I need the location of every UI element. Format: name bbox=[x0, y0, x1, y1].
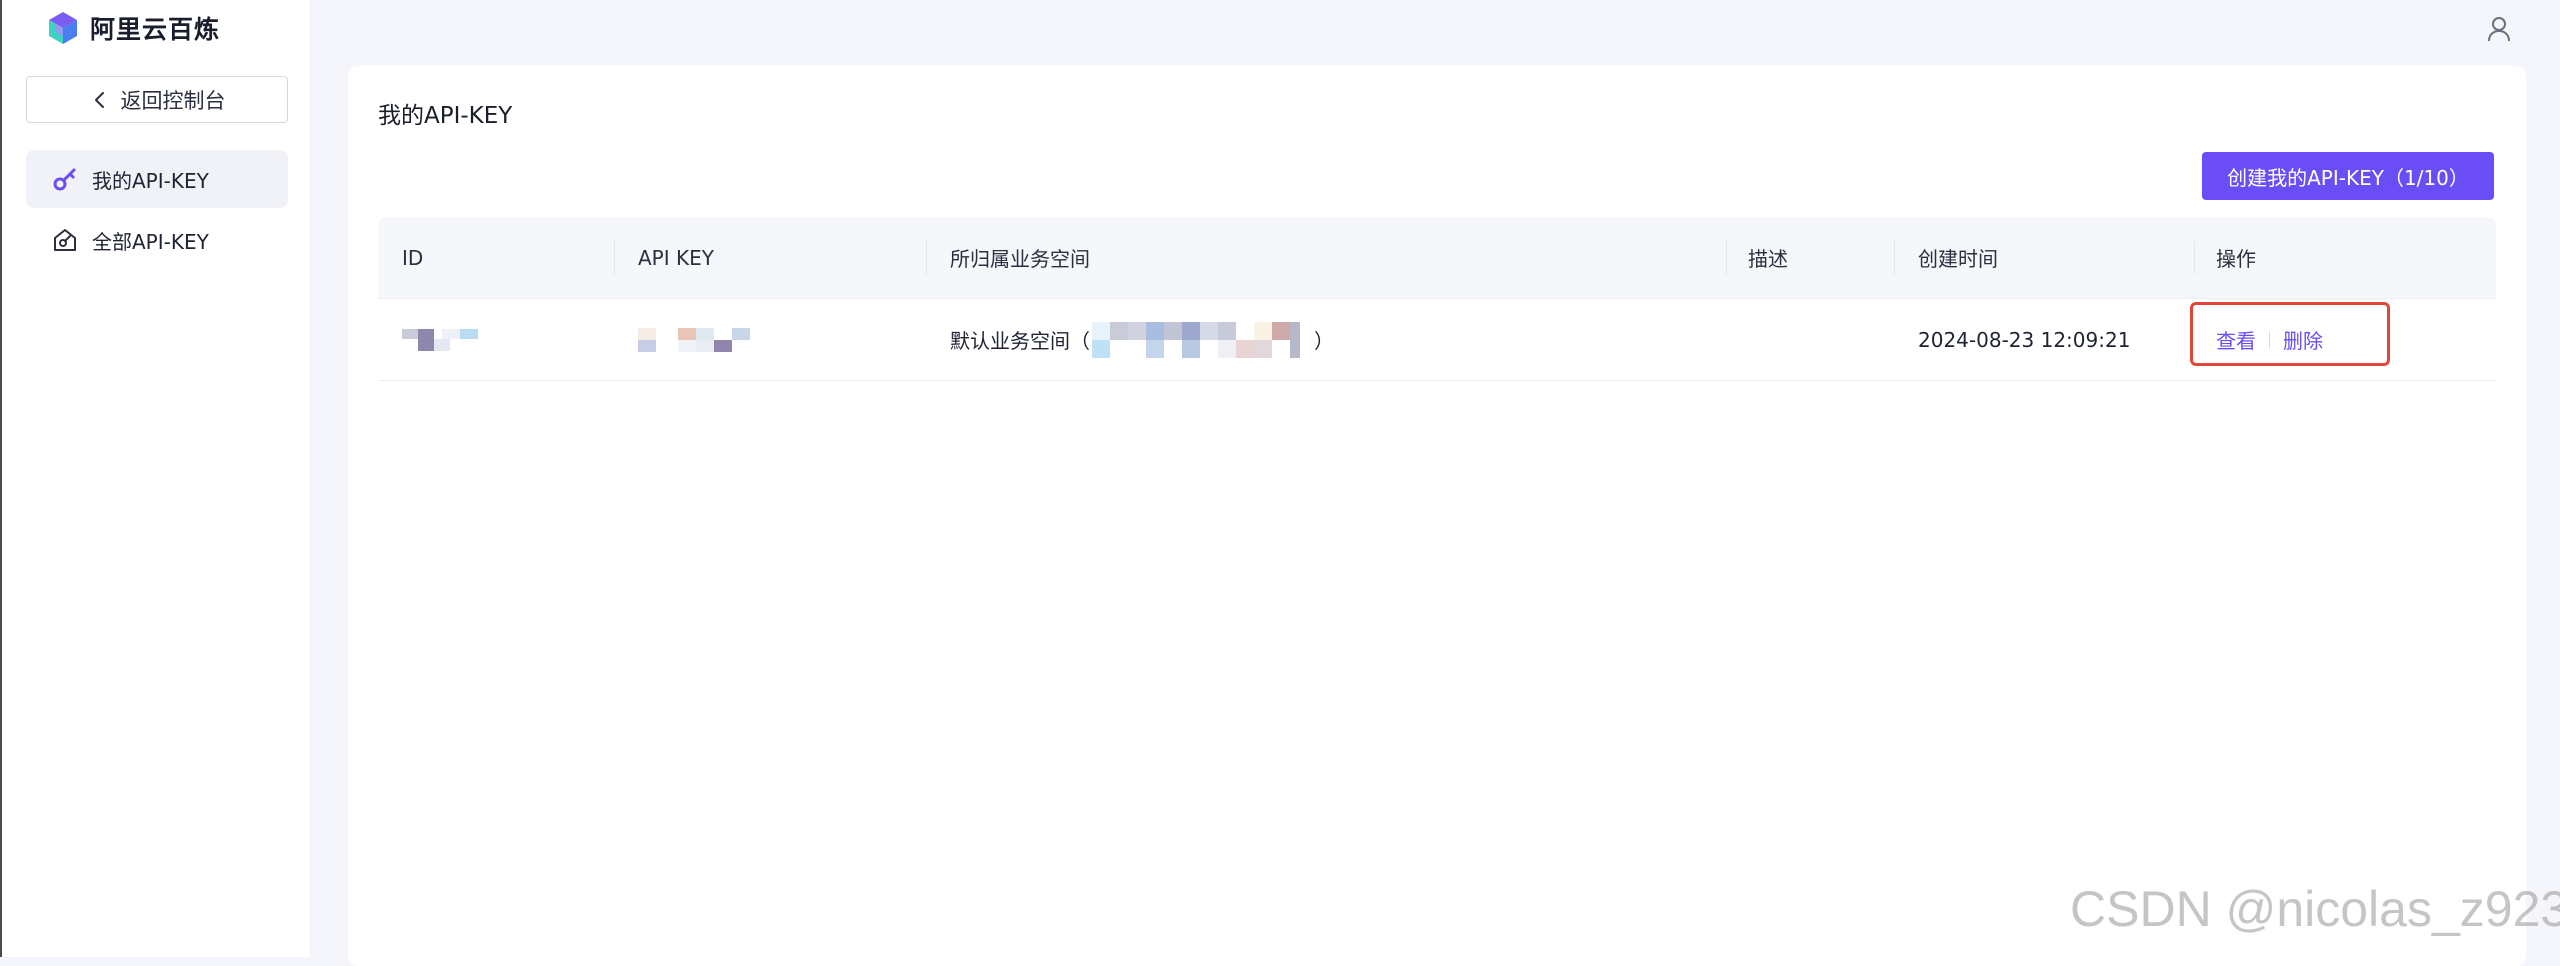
cell-api-key bbox=[638, 299, 768, 380]
column-header-description: 描述 bbox=[1748, 247, 1788, 271]
column-divider bbox=[1726, 241, 1727, 274]
home-key-icon bbox=[54, 229, 76, 251]
cell-actions: 查看 删除 bbox=[2216, 299, 2323, 380]
table-row: 默认业务空间（ ） 2024-08-23 12:09:21 查看 删除 bbox=[378, 299, 2496, 381]
cell-id bbox=[402, 299, 482, 380]
column-header-id: ID bbox=[402, 245, 424, 270]
column-header-created-time: 创建时间 bbox=[1918, 247, 1998, 271]
column-header-actions: 操作 bbox=[2216, 247, 2256, 271]
view-action-link[interactable]: 查看 bbox=[2216, 325, 2256, 354]
brand-name: 阿里云百炼 bbox=[90, 15, 221, 44]
workspace-name-suffix: ） bbox=[1314, 329, 1334, 353]
column-divider bbox=[2194, 241, 2195, 274]
table-header: ID API KEY 所归属业务空间 描述 创建时间 操作 bbox=[378, 217, 2496, 299]
cell-created-time: 2024-08-23 12:09:21 bbox=[1918, 327, 2131, 352]
delete-action-link[interactable]: 删除 bbox=[2283, 325, 2323, 354]
sidebar-item-label: 全部API-KEY bbox=[92, 229, 209, 254]
main-card: 我的API-KEY 创建我的API-KEY（1/10） ID API KEY 所… bbox=[348, 66, 2526, 966]
cell-workspace: 默认业务空间（ ） bbox=[950, 299, 1334, 380]
app-root: 阿里云百炼 返回控制台 我的API-KEY 全部API-KEY 我的API-KE… bbox=[0, 0, 2560, 966]
brand-logo-icon bbox=[49, 12, 77, 44]
column-divider bbox=[1894, 241, 1895, 274]
chevron-left-icon bbox=[94, 91, 104, 108]
column-divider bbox=[614, 241, 615, 274]
action-divider bbox=[2269, 330, 2270, 349]
sidebar: 阿里云百炼 返回控制台 我的API-KEY 全部API-KEY bbox=[0, 0, 311, 957]
user-icon[interactable] bbox=[2486, 16, 2512, 42]
api-key-table: ID API KEY 所归属业务空间 描述 创建时间 操作 默认业务空间（ ） … bbox=[378, 217, 2496, 381]
create-api-key-button[interactable]: 创建我的API-KEY（1/10） bbox=[2202, 152, 2494, 200]
redacted-id bbox=[402, 328, 478, 351]
column-header-workspace: 所归属业务空间 bbox=[950, 247, 1090, 271]
back-to-console-button[interactable]: 返回控制台 bbox=[26, 76, 288, 123]
workspace-name-prefix: 默认业务空间（ bbox=[950, 329, 1090, 353]
sidebar-item-all-api-key[interactable]: 全部API-KEY bbox=[26, 211, 288, 269]
redacted-workspace-id bbox=[1092, 321, 1300, 358]
page-title: 我的API-KEY bbox=[378, 103, 513, 129]
brand-logo[interactable]: 阿里云百炼 bbox=[46, 8, 220, 48]
sidebar-item-my-api-key[interactable]: 我的API-KEY bbox=[26, 150, 288, 208]
redacted-api-key bbox=[638, 327, 750, 352]
column-header-api-key: API KEY bbox=[638, 245, 714, 270]
sidebar-item-label: 我的API-KEY bbox=[92, 168, 209, 193]
watermark: CSDN @nicolas_z923 bbox=[2070, 881, 2560, 937]
key-icon bbox=[53, 168, 76, 191]
column-divider bbox=[926, 241, 927, 274]
back-to-console-label: 返回控制台 bbox=[120, 88, 226, 113]
